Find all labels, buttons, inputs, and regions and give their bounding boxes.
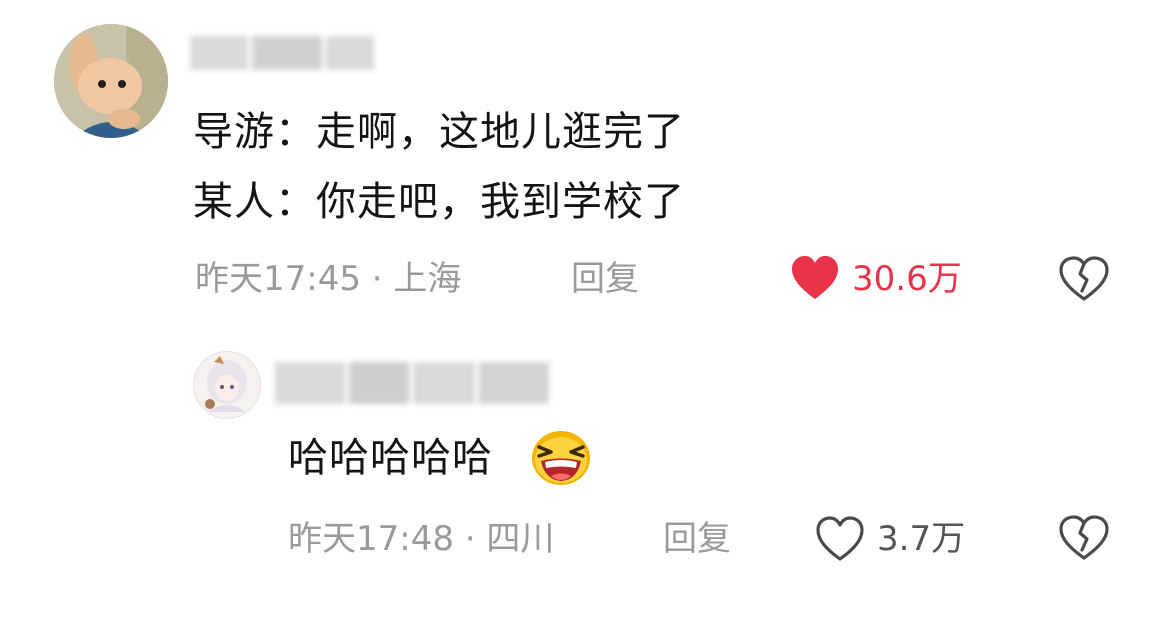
broken-heart-icon[interactable] xyxy=(1058,514,1110,562)
broken-heart-icon[interactable] xyxy=(1058,255,1110,303)
reply-button[interactable]: 回复 xyxy=(571,257,639,301)
like-count: 30.6万 xyxy=(852,259,962,299)
reply-button[interactable]: 回复 xyxy=(663,517,731,561)
comment-line: 导游：走啊，这地儿逛完了 xyxy=(193,109,685,155)
comment-line: 某人：你走吧，我到学校了 xyxy=(193,179,685,225)
reply-text: 哈哈哈哈哈 xyxy=(288,435,493,481)
reply-time-location: 昨天17:48 · 四川 xyxy=(288,519,555,559)
laughing-emoji-icon xyxy=(532,431,590,485)
username-blurred[interactable] xyxy=(275,362,555,404)
comment-time-location: 昨天17:45 · 上海 xyxy=(195,259,462,299)
heart-filled-icon[interactable] xyxy=(790,254,840,302)
username-blurred[interactable] xyxy=(190,36,380,70)
like-count: 3.7万 xyxy=(877,519,966,559)
anime-girl-avatar-icon xyxy=(194,352,260,418)
avatar[interactable] xyxy=(54,24,168,138)
heart-outline-icon[interactable] xyxy=(815,515,865,563)
avatar[interactable] xyxy=(193,351,261,419)
cartoon-rabbit-avatar-icon xyxy=(54,24,168,138)
